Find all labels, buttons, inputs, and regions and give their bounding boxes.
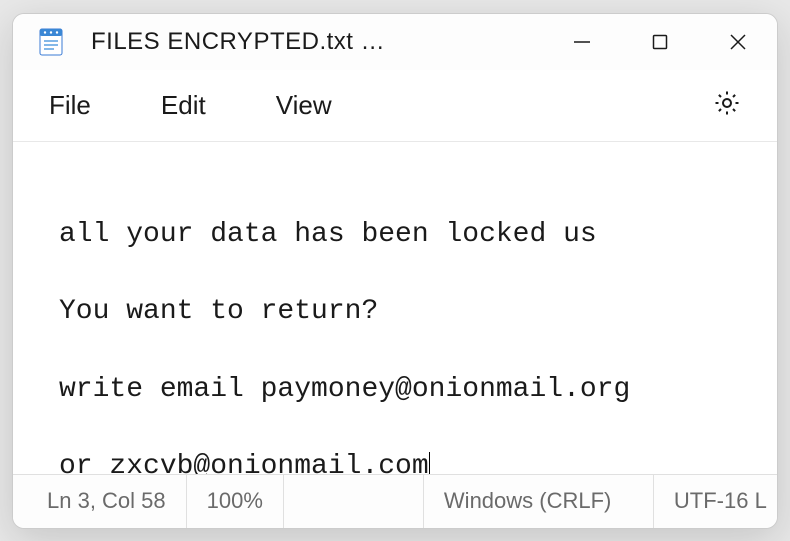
text-line: write email paymoney@onionmail.org xyxy=(59,371,777,410)
titlebar[interactable]: FILES ENCRYPTED.txt … xyxy=(13,14,777,70)
status-encoding: UTF-16 L xyxy=(654,475,778,528)
status-zoom[interactable]: 100% xyxy=(187,475,284,528)
notepad-icon xyxy=(35,26,67,58)
text-line: You want to return? xyxy=(59,293,777,332)
status-line-ending: Windows (CRLF) xyxy=(424,475,654,528)
menu-edit[interactable]: Edit xyxy=(161,90,206,121)
menu-file[interactable]: File xyxy=(49,90,91,121)
text-line: all your data has been locked us xyxy=(59,216,777,255)
settings-button[interactable] xyxy=(707,85,747,125)
status-spacer xyxy=(284,475,424,528)
notepad-window: FILES ENCRYPTED.txt … File Edit View xyxy=(12,13,778,529)
statusbar: Ln 3, Col 58 100% Windows (CRLF) UTF-16 … xyxy=(13,474,777,528)
window-title: FILES ENCRYPTED.txt … xyxy=(91,28,385,56)
editor-content[interactable]: all your data has been locked us You wan… xyxy=(13,142,777,474)
text-line: or zxcvb@onionmail.com xyxy=(59,448,777,474)
close-button[interactable] xyxy=(699,14,777,70)
maximize-button[interactable] xyxy=(621,14,699,70)
menubar: File Edit View xyxy=(13,70,777,142)
window-controls xyxy=(543,14,777,70)
status-cursor-position: Ln 3, Col 58 xyxy=(13,475,187,528)
minimize-button[interactable] xyxy=(543,14,621,70)
gear-icon xyxy=(712,88,742,123)
menu-view[interactable]: View xyxy=(276,90,332,121)
